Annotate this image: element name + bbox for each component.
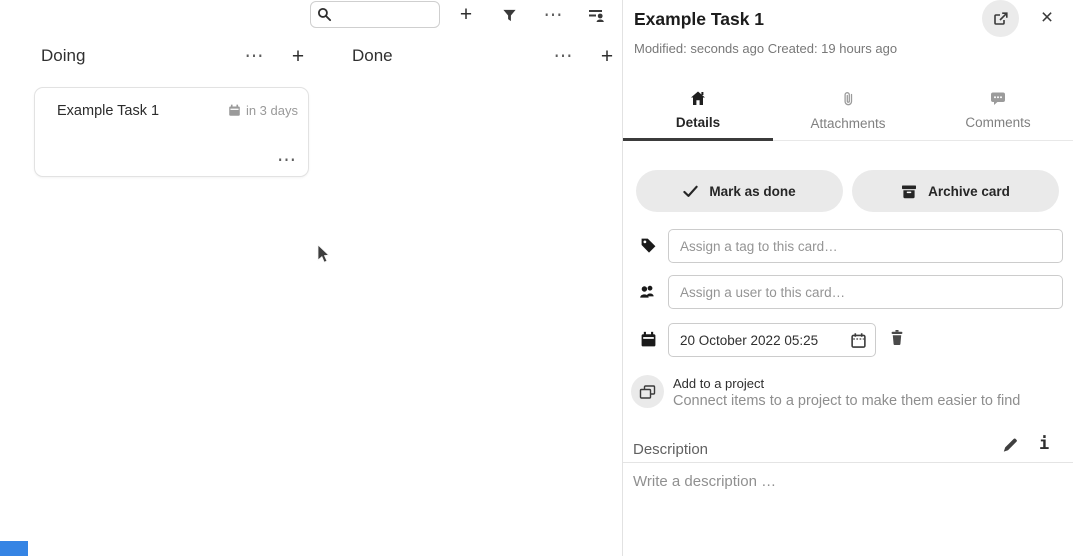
active-tab-underline (623, 138, 773, 141)
check-icon (683, 185, 698, 198)
close-panel-button[interactable]: × (1035, 5, 1059, 29)
ellipsis-icon: ⋯ (554, 47, 573, 66)
trash-icon (889, 329, 905, 346)
pencil-icon (1002, 437, 1018, 453)
mouse-cursor (317, 245, 331, 270)
filter-button[interactable] (497, 3, 521, 27)
tab-comments-label: Comments (965, 115, 1030, 130)
search-icon (317, 7, 332, 22)
assign-user-input[interactable] (668, 275, 1063, 309)
open-in-window-button[interactable] (982, 0, 1019, 37)
column-title-done: Done (352, 46, 393, 66)
pick-date-button[interactable] (850, 332, 867, 349)
info-icon: i (1039, 434, 1049, 454)
card-title: Example Task 1 (57, 103, 159, 119)
edit-description-button[interactable] (1002, 437, 1018, 453)
tab-attachments[interactable]: Attachments (773, 84, 923, 140)
task-card[interactable]: Example Task 1 in 3 days ⋯ (34, 87, 309, 177)
archive-card-label: Archive card (928, 184, 1010, 199)
due-date-field[interactable]: 20 October 2022 05:25 (668, 323, 876, 357)
calendar-icon (228, 104, 241, 117)
search-input[interactable] (336, 7, 436, 22)
assignee-filter-button[interactable] (584, 3, 608, 27)
plus-icon: + (601, 46, 613, 67)
panel-meta: Modified: seconds ago Created: 19 hours … (634, 41, 897, 56)
description-placeholder[interactable]: Write a description … (633, 473, 776, 490)
tab-attachments-label: Attachments (810, 116, 885, 131)
card-due-label: in 3 days (246, 103, 298, 118)
column-doing-menu-button[interactable]: ⋯ (242, 44, 266, 68)
ellipsis-icon: ⋯ (245, 47, 264, 66)
corner-blue-artifact (0, 541, 28, 556)
add-to-project-subtitle: Connect items to a project to make them … (673, 393, 1020, 409)
ellipsis-icon: ⋯ (277, 150, 296, 171)
detail-tabs: Details Attachments Comments (623, 84, 1073, 141)
assignee-filter-icon (588, 8, 605, 23)
tab-comments[interactable]: Comments (923, 84, 1073, 140)
open-in-new-window-icon (993, 11, 1009, 27)
funnel-icon (502, 8, 517, 23)
mark-as-done-label: Mark as done (709, 184, 795, 199)
home-icon (690, 91, 706, 106)
users-icon (639, 284, 656, 299)
remove-date-button[interactable] (889, 329, 905, 346)
plus-icon: + (460, 4, 472, 25)
add-card-button[interactable]: + (454, 2, 478, 26)
column-done-add-button[interactable]: + (595, 44, 619, 68)
column-doing-add-button[interactable]: + (286, 44, 310, 68)
menu-button[interactable]: ⋯ (541, 3, 565, 27)
card-due-date: in 3 days (228, 103, 298, 118)
panel-title: Example Task 1 (634, 9, 764, 30)
app-window: + ⋯ Doing ⋯ + Done ⋯ + Example Task 1 in… (0, 0, 1073, 556)
card-actions: Mark as done Archive card (636, 170, 1059, 212)
description-info-button[interactable]: i (1039, 434, 1049, 454)
card-menu-button[interactable]: ⋯ (277, 151, 296, 170)
close-icon: × (1041, 6, 1053, 29)
description-label: Description (633, 441, 708, 458)
ellipsis-icon: ⋯ (544, 6, 563, 25)
calendar-outline-icon (850, 332, 867, 349)
archive-box-icon (901, 184, 917, 199)
assign-tag-input[interactable] (668, 229, 1063, 263)
description-divider (623, 462, 1073, 463)
due-date-value: 20 October 2022 05:25 (680, 333, 850, 348)
paperclip-icon (841, 91, 855, 107)
mark-as-done-button[interactable]: Mark as done (636, 170, 843, 212)
plus-icon: + (292, 46, 304, 67)
tab-details-label: Details (676, 115, 720, 130)
add-to-project-button[interactable] (631, 375, 664, 408)
calendar-icon (640, 331, 657, 348)
search-box[interactable] (310, 1, 440, 28)
column-title-doing: Doing (41, 46, 85, 66)
add-to-project-title[interactable]: Add to a project (673, 376, 764, 391)
column-done-menu-button[interactable]: ⋯ (551, 44, 575, 68)
tag-icon (640, 237, 657, 254)
comment-icon (990, 91, 1006, 106)
stack-icon (639, 384, 656, 400)
archive-card-button[interactable]: Archive card (852, 170, 1059, 212)
tab-details[interactable]: Details (623, 84, 773, 140)
task-detail-panel: Example Task 1 Modified: seconds ago Cre… (623, 0, 1073, 556)
